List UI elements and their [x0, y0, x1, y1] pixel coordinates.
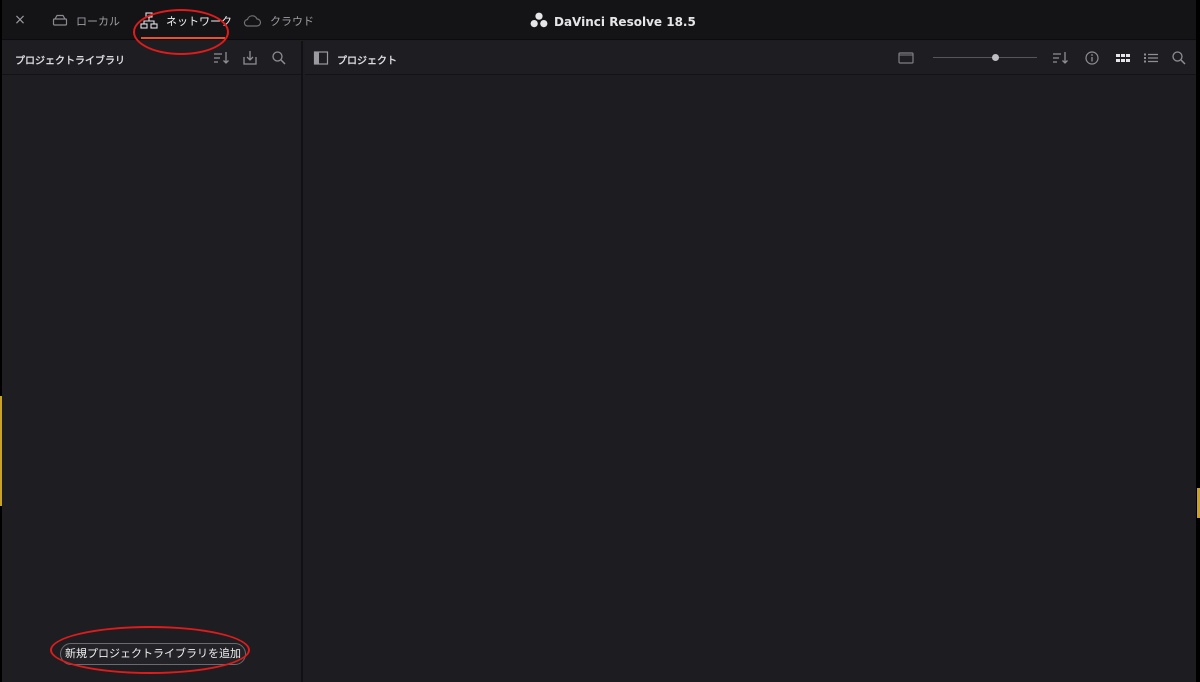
thumbnail-size-icon[interactable]: [897, 50, 915, 66]
davinci-logo-icon: [530, 12, 548, 31]
network-icon: [140, 12, 158, 30]
active-tab-indicator: [141, 37, 225, 39]
tab-local[interactable]: ローカル: [52, 10, 120, 32]
import-icon[interactable]: [241, 50, 259, 66]
app-title-text: DaVinci Resolve 18.5: [554, 14, 696, 29]
projects-title: プロジェクト: [337, 56, 397, 67]
search-icon[interactable]: [270, 50, 288, 66]
zoom-slider-knob[interactable]: [991, 54, 999, 61]
search-icon[interactable]: [1170, 50, 1188, 66]
project-library-title: プロジェクトライブラリ: [15, 56, 125, 67]
tab-local-label: ローカル: [76, 15, 120, 28]
tab-network-label: ネットワーク: [166, 15, 232, 28]
add-project-library-button[interactable]: 新規プロジェクトライブラリを追加: [60, 643, 246, 665]
projects-header: プロジェクト: [305, 41, 1196, 75]
projects-panel: プロジェクト: [305, 41, 1196, 682]
grid-view-icon[interactable]: [1114, 50, 1132, 66]
project-library-header: プロジェクトライブラリ: [2, 41, 301, 75]
app-title: DaVinci Resolve 18.5: [530, 12, 696, 31]
project-library-panel: プロジェクトライブラリ 新規プロジェクトライブラリを追加: [2, 41, 303, 682]
sort-icon[interactable]: [1051, 50, 1069, 66]
drive-icon: [52, 14, 68, 28]
tab-network[interactable]: ネットワーク: [140, 10, 232, 32]
tab-cloud-label: クラウド: [270, 15, 314, 28]
cloud-icon: [242, 14, 262, 28]
sort-icon[interactable]: [212, 50, 230, 66]
tab-cloud[interactable]: クラウド: [242, 10, 314, 32]
list-view-icon[interactable]: [1142, 50, 1160, 66]
info-icon[interactable]: [1083, 50, 1101, 66]
panel-toggle-icon[interactable]: [313, 50, 331, 66]
thumbnail-zoom-slider[interactable]: [933, 54, 1037, 61]
close-button[interactable]: ×: [13, 13, 27, 27]
top-bar: × ローカル ネットワーク クラウド DaVinci Resolve 18.5: [2, 0, 1196, 40]
project-manager-window: × ローカル ネットワーク クラウド DaVinci Resolve 18.5: [2, 0, 1196, 682]
